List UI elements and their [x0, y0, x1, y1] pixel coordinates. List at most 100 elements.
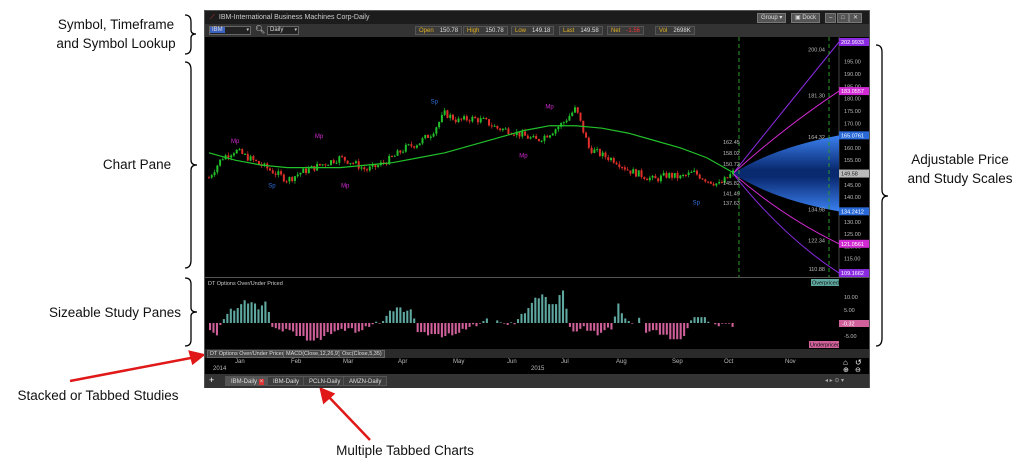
candle — [707, 181, 710, 183]
candle — [360, 167, 363, 169]
chart-tab-ibm-active[interactable]: IBM-Daily × — [225, 376, 271, 386]
histogram-bar — [627, 321, 630, 323]
symbol-lookup-icon[interactable]: 🔍︎ — [255, 25, 265, 34]
signal-marker: Mp — [519, 154, 528, 160]
tab-close-icon[interactable]: × — [258, 379, 265, 385]
price-tick: 190.00 — [844, 72, 861, 78]
histogram-bar — [516, 319, 520, 323]
candle — [424, 134, 427, 139]
candle — [418, 143, 421, 146]
zoom-in-icon[interactable]: ⊕ — [843, 366, 849, 374]
histogram-bar — [690, 320, 693, 323]
histogram-bar — [679, 323, 682, 340]
histogram-bar — [461, 323, 464, 329]
tab-scroll-icons[interactable]: ◂ ▸ ⊙ ▾ — [825, 377, 844, 384]
histogram-bar — [513, 323, 516, 325]
study-tab-macd[interactable]: MACD(Close,12,26,9) — [283, 350, 343, 358]
histogram-bar — [382, 321, 385, 323]
histogram-bar — [579, 323, 582, 329]
histogram-bar — [222, 319, 225, 323]
timeframe-select[interactable]: Daily ▾ — [267, 26, 299, 35]
histogram-bar — [215, 323, 218, 336]
histogram-bar — [209, 323, 212, 331]
histogram-bar — [326, 323, 329, 333]
symbol-dropdown-icon[interactable]: ▾ — [246, 27, 249, 33]
histogram-bar — [510, 322, 513, 323]
candle — [568, 115, 571, 121]
study-tab-dt-options[interactable]: DT Options Over/Under Priced — [207, 350, 288, 358]
candle — [402, 151, 405, 153]
candle — [440, 114, 443, 123]
chart-pane[interactable]: MpSpMpMpSpMpMpSp195.00190.00185.00180.00… — [205, 37, 869, 278]
histogram-bar — [413, 318, 416, 323]
quote-label: Vol — [659, 28, 668, 34]
histogram-bar — [454, 323, 457, 335]
group-button[interactable]: Group ▾ — [757, 13, 787, 23]
candle — [488, 119, 491, 126]
histogram-bar — [423, 323, 426, 333]
price-tick: 180.00 — [844, 97, 861, 103]
date-axis[interactable]: Jan Feb Mar Apr May Jun Jul Aug Sep Oct Nov 2014 201… — [205, 358, 869, 374]
study-chart[interactable]: DT Options Over/Under Priced Overpriced Un… — [205, 278, 869, 349]
chart-tab-ibm[interactable]: IBM-Daily — [267, 376, 306, 386]
candle — [701, 178, 704, 180]
histogram-bar — [600, 323, 603, 333]
candle — [726, 177, 729, 179]
candle — [632, 169, 635, 174]
year-label: 2014 — [213, 366, 227, 372]
chart-tab-pcln[interactable]: PCLN-Daily — [303, 376, 347, 386]
candle — [540, 140, 543, 142]
candle — [393, 155, 396, 157]
minimize-button[interactable]: – — [825, 13, 837, 23]
study-tab-osc[interactable]: Osc(Close,5,35) — [339, 350, 385, 358]
projection-label: 150.72 — [723, 162, 740, 168]
candle — [291, 177, 294, 181]
histogram-bar — [337, 323, 340, 331]
candle — [546, 135, 549, 138]
histogram-bar — [561, 290, 565, 323]
study-tab-strip: DT Options Over/Under Priced MACD(Close,… — [205, 349, 869, 358]
dock-button[interactable]: ▣ Dock — [791, 13, 821, 23]
chart-tab-amzn[interactable]: AMZN-Daily — [343, 376, 388, 386]
maximize-button[interactable]: □ — [837, 13, 849, 23]
histogram-bar — [606, 323, 610, 328]
candle — [268, 168, 271, 171]
candle — [549, 135, 552, 138]
candle — [302, 168, 305, 173]
candle — [682, 174, 685, 176]
candle — [343, 156, 346, 161]
zoom-out-icon[interactable]: ⊖ — [855, 366, 861, 374]
quote-label: Last — [563, 28, 575, 34]
symbol-input[interactable]: IBM ▾ — [209, 26, 251, 35]
study-tick: -5.00 — [844, 334, 857, 340]
histogram-bar — [409, 309, 412, 323]
candle — [573, 107, 576, 113]
histogram-bar — [354, 323, 357, 333]
candle — [427, 134, 430, 138]
histogram-bar — [343, 323, 347, 331]
candle — [485, 117, 488, 120]
candle — [460, 118, 463, 120]
histogram-bar — [447, 323, 450, 334]
histogram-bar — [472, 323, 475, 325]
histogram-bar — [433, 323, 437, 335]
candle — [354, 161, 357, 164]
quote-low: Low 149.18 — [511, 26, 555, 35]
price-chart[interactable]: MpSpMpMpSpMpMpSp195.00190.00185.00180.00… — [205, 37, 869, 278]
price-tick: 140.00 — [844, 195, 861, 201]
price-tick: 170.00 — [844, 121, 861, 127]
candle — [659, 175, 662, 182]
candle — [693, 170, 696, 172]
candle — [607, 157, 610, 161]
histogram-bar — [485, 318, 488, 323]
month-label: Nov — [785, 359, 796, 365]
candle — [219, 159, 222, 166]
histogram-bar — [603, 323, 606, 331]
close-button[interactable]: ✕ — [849, 13, 863, 23]
candle — [257, 161, 260, 165]
price-tick: 130.00 — [844, 220, 861, 226]
study-pane[interactable]: DT Options Over/Under Priced Overpriced Un… — [205, 278, 869, 349]
projection-label: 137.63 — [723, 201, 740, 207]
quote-label: Net — [611, 28, 621, 34]
add-tab-icon[interactable]: + — [209, 375, 214, 385]
